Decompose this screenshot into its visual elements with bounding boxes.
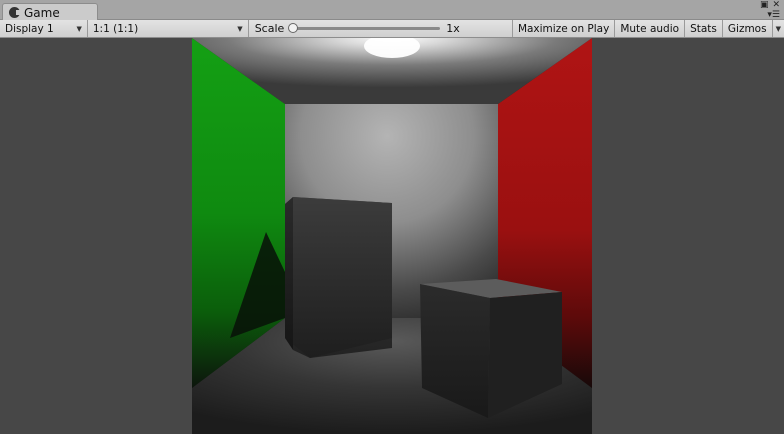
window-buttons: ▣ ✕ ▾☰ bbox=[760, 1, 780, 21]
mute-audio-toggle[interactable]: Mute audio bbox=[615, 20, 686, 37]
game-viewport[interactable] bbox=[0, 38, 784, 434]
tab-game[interactable]: Game bbox=[2, 3, 98, 21]
maximize-on-play-toggle[interactable]: Maximize on Play bbox=[513, 20, 616, 37]
aspect-dropdown[interactable]: 1:1 (1:1) ▼ bbox=[88, 20, 249, 37]
gizmos-button[interactable]: Gizmos bbox=[723, 20, 773, 37]
close-icon[interactable]: ✕ bbox=[772, 1, 780, 10]
aspect-label: 1:1 (1:1) bbox=[92, 22, 139, 35]
mute-audio-label: Mute audio bbox=[620, 22, 680, 35]
chevron-down-icon: ▼ bbox=[76, 24, 82, 33]
game-render bbox=[192, 38, 592, 434]
tab-menu-icon[interactable]: ▾☰ bbox=[767, 10, 780, 20]
scale-slider-track[interactable] bbox=[288, 23, 441, 33]
cornell-box-scene bbox=[192, 38, 592, 434]
scale-control: Scale 1x bbox=[249, 20, 513, 37]
scale-label: Scale bbox=[254, 22, 285, 35]
maximize-icon[interactable]: ▣ bbox=[760, 1, 769, 10]
gizmos-label: Gizmos bbox=[727, 22, 767, 35]
gizmos-dropdown[interactable]: ▼ bbox=[773, 20, 784, 37]
chevron-down-icon: ▼ bbox=[775, 24, 781, 33]
tab-strip: Game ▣ ✕ ▾☰ bbox=[0, 0, 784, 21]
maximize-on-play-label: Maximize on Play bbox=[517, 22, 610, 35]
stats-toggle[interactable]: Stats bbox=[685, 20, 723, 37]
game-toolbar: Display 1 ▼ 1:1 (1:1) ▼ Scale 1x Maximiz… bbox=[0, 20, 784, 38]
display-dropdown[interactable]: Display 1 ▼ bbox=[0, 20, 88, 37]
tab-label: Game bbox=[24, 5, 60, 20]
scale-value: 1x bbox=[446, 22, 460, 35]
display-label: Display 1 bbox=[5, 22, 54, 35]
stats-label: Stats bbox=[690, 22, 717, 35]
scale-slider-thumb[interactable] bbox=[288, 23, 299, 33]
chevron-down-icon: ▼ bbox=[237, 24, 243, 33]
game-controller-icon bbox=[9, 7, 21, 18]
